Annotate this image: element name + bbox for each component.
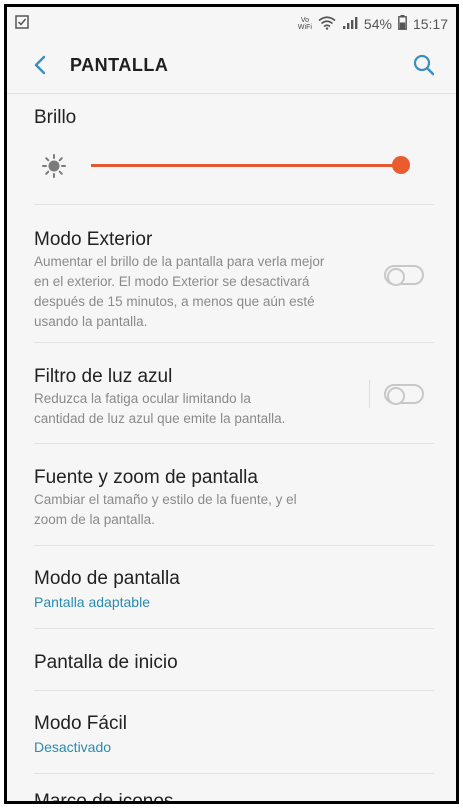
vowifi-line2: WiFi: [297, 24, 312, 31]
desc-line: Aumentar el brillo de la pantalla para v…: [34, 254, 325, 269]
desc-line: cantidad de luz azul que emite la pantal…: [34, 411, 286, 426]
screen-mode-title[interactable]: Modo de pantalla: [34, 568, 180, 590]
search-icon[interactable]: [412, 53, 436, 77]
toggle-knob: [387, 268, 405, 286]
divider: [34, 545, 434, 546]
blue-light-filter-title: Filtro de luz azul: [34, 366, 173, 387]
vowifi-line1: Vo: [300, 17, 310, 24]
screen: Vo WiFi 54% 15:17 PANTALLA Brillo Modo E…: [4, 4, 459, 804]
easy-mode-title[interactable]: Modo Fácil: [34, 713, 127, 735]
back-arrow-icon[interactable]: [31, 53, 51, 77]
brightness-sun-icon: [41, 153, 67, 179]
divider: [34, 690, 434, 691]
divider: [34, 204, 434, 205]
desc-line: en el exterior. El modo Exterior se desa…: [34, 274, 310, 289]
app-bar: PANTALLA: [7, 41, 456, 93]
clock: 15:17: [412, 16, 448, 32]
status-bar: Vo WiFi 54% 15:17: [7, 7, 456, 41]
icon-frames-title[interactable]: Marco de iconos: [34, 791, 173, 801]
divider: [34, 342, 434, 343]
divider: [34, 773, 434, 774]
desc-line: Reduzca la fatiga ocular limitando la: [34, 391, 251, 406]
desc-line: Cambiar el tamaño y estilo de la fuente,…: [34, 492, 297, 507]
blue-light-filter-desc: Reduzca la fatiga ocular limitando la ca…: [34, 389, 354, 429]
outdoor-mode-desc: Aumentar el brillo de la pantalla para v…: [34, 252, 374, 332]
brightness-slider-thumb[interactable]: [392, 156, 410, 174]
header-divider: [7, 93, 456, 94]
desc-line: después de 15 minutos, a menos que aún e…: [34, 294, 315, 309]
vertical-divider: [369, 380, 370, 408]
screen-mode-value: Pantalla adaptable: [34, 594, 150, 610]
checkbox-notification-icon: [15, 15, 29, 32]
vowifi-icon: Vo WiFi: [298, 17, 312, 31]
battery-percent: 54%: [363, 16, 392, 32]
page-title: PANTALLA: [70, 55, 169, 75]
wifi-icon: [318, 15, 336, 33]
easy-mode-value: Desactivado: [34, 739, 112, 755]
battery-icon: [398, 15, 407, 33]
home-screen-title[interactable]: Pantalla de inicio: [34, 652, 178, 674]
font-zoom-title[interactable]: Fuente y zoom de pantalla: [34, 467, 258, 489]
brightness-slider-track[interactable]: [91, 164, 401, 167]
desc-line: usando la pantalla.: [34, 314, 148, 329]
signal-icon: [342, 16, 358, 33]
outdoor-mode-title: Modo Exterior: [34, 229, 153, 250]
toggle-knob: [387, 387, 405, 405]
desc-line: zoom de la pantalla.: [34, 512, 155, 527]
brightness-label: Brillo: [34, 107, 77, 128]
divider: [34, 628, 434, 629]
font-zoom-desc: Cambiar el tamaño y estilo de la fuente,…: [34, 490, 364, 530]
blue-light-filter-toggle[interactable]: [384, 384, 424, 405]
outdoor-mode-toggle[interactable]: [384, 265, 424, 286]
divider: [34, 443, 434, 444]
